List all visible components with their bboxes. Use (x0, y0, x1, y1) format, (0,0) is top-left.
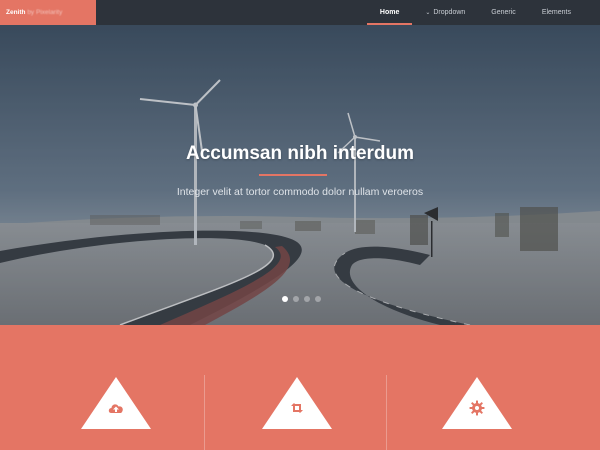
slider-pagination (282, 296, 321, 302)
cloud-upload-icon (108, 404, 123, 413)
feature-item-1 (16, 325, 216, 450)
slider-dot[interactable] (282, 296, 288, 302)
chevron-down-icon: ⌄ (425, 10, 431, 16)
hero-banner: Accumsan nibh interdum Integer velit at … (0, 25, 600, 325)
features-section (0, 325, 600, 450)
nav-item-dropdown[interactable]: ⌄ Dropdown (412, 0, 478, 25)
hero-subtitle: Integer velit at tortor commodo dolor nu… (176, 186, 424, 198)
main-nav: Home ⌄ Dropdown Generic Elements (366, 0, 584, 25)
top-navbar: Zenith by Pixelarity Home ⌄ Dropdown Gene… (0, 0, 600, 25)
slider-dot[interactable] (293, 296, 299, 302)
nav-item-home[interactable]: Home (366, 0, 413, 25)
nav-item-elements[interactable]: Elements (529, 0, 584, 25)
slider-dot[interactable] (315, 296, 321, 302)
nav-item-label: Dropdown (433, 9, 466, 16)
feature-triangle (81, 377, 151, 429)
slider-dot[interactable] (304, 296, 310, 302)
feature-triangle (262, 377, 332, 429)
nav-item-label: Home (379, 9, 400, 16)
gear-icon (469, 400, 485, 416)
brand-name: Zenith (6, 9, 26, 16)
feature-item-2 (197, 325, 397, 450)
hero-title: Accumsan nibh interdum (185, 143, 415, 164)
site-logo[interactable]: Zenith by Pixelarity (0, 0, 96, 25)
hero-divider (259, 174, 327, 176)
retweet-icon (291, 403, 303, 413)
feature-item-3 (377, 325, 577, 450)
feature-triangle (442, 377, 512, 429)
brand-byline: by Pixelarity (27, 9, 63, 16)
nav-item-generic[interactable]: Generic (478, 0, 529, 25)
nav-item-label: Elements (541, 9, 571, 16)
nav-item-label: Generic (491, 9, 516, 16)
